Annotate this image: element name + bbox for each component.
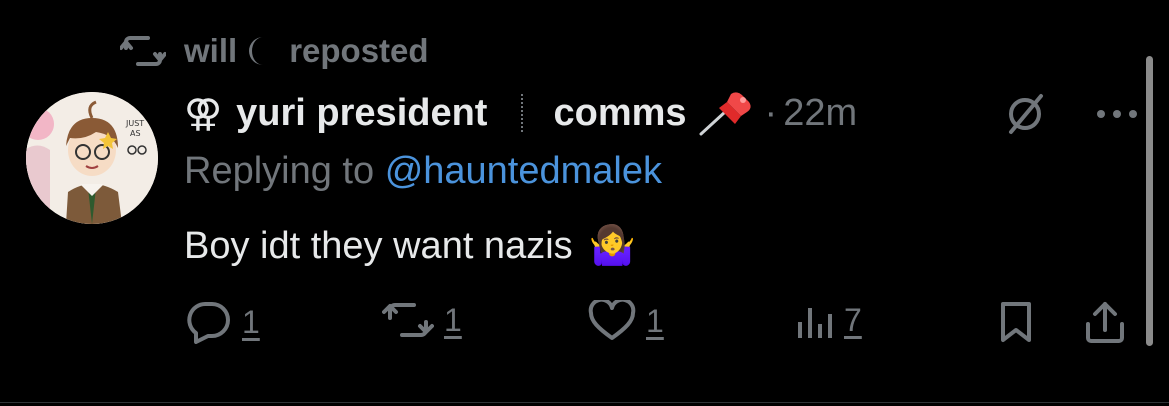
pushpin-icon bbox=[699, 92, 751, 136]
shrug-emoji: 🤷‍♀️ bbox=[588, 225, 636, 267]
tweet-header: ⚢ yuri president comms · 22m bbox=[184, 88, 857, 138]
scrollbar[interactable] bbox=[1146, 56, 1153, 346]
grok-slash-icon[interactable] bbox=[1003, 92, 1047, 136]
svg-text:JUST: JUST bbox=[125, 119, 144, 128]
repost-user[interactable]: will bbox=[184, 32, 237, 70]
avatar-illustration: JUST AS bbox=[26, 92, 158, 224]
replying-to-prefix: Replying to bbox=[184, 150, 375, 192]
crescent-moon-icon bbox=[249, 37, 264, 65]
repost-action: reposted bbox=[289, 32, 429, 69]
share-button[interactable] bbox=[1084, 300, 1126, 344]
reply-button[interactable]: 1 bbox=[186, 300, 260, 344]
like-count: 1 bbox=[646, 302, 664, 339]
repost-count: 1 bbox=[444, 301, 462, 338]
analytics-icon bbox=[798, 308, 832, 338]
more-options-icon[interactable] bbox=[1095, 108, 1139, 120]
reply-handle-link[interactable]: @hauntedmalek bbox=[385, 150, 662, 192]
bookmark-icon bbox=[1001, 302, 1031, 342]
heart-icon bbox=[588, 300, 636, 340]
svg-text:AS: AS bbox=[130, 129, 141, 138]
bookmark-button[interactable] bbox=[998, 300, 1034, 344]
separator-dot: · bbox=[764, 91, 778, 134]
reply-count: 1 bbox=[242, 303, 260, 340]
reply-icon bbox=[187, 302, 230, 344]
tweet-body: Boy idt they want nazis 🤷‍♀️ bbox=[184, 224, 636, 268]
avatar[interactable]: JUST AS bbox=[26, 92, 158, 224]
like-button[interactable]: 1 bbox=[588, 300, 664, 342]
display-name[interactable]: yuri president bbox=[236, 92, 487, 135]
views-button[interactable]: 7 bbox=[794, 300, 862, 340]
repost-header: will reposted bbox=[120, 30, 429, 72]
repost-icon bbox=[382, 303, 434, 337]
repost-button[interactable]: 1 bbox=[382, 300, 462, 340]
replying-to: Replying to @hauntedmalek bbox=[184, 150, 662, 193]
comms-badge[interactable]: comms bbox=[553, 92, 686, 135]
timestamp[interactable]: 22m bbox=[783, 92, 857, 135]
action-bar: 1 1 1 7 bbox=[186, 300, 1136, 360]
venus-symbol-icon: ⚢ bbox=[184, 92, 223, 135]
bottom-divider bbox=[0, 402, 1169, 403]
header-divider bbox=[521, 94, 524, 132]
tweet-text: Boy idt they want nazis bbox=[184, 224, 573, 267]
repost-icon bbox=[120, 36, 166, 66]
share-icon bbox=[1086, 302, 1124, 343]
views-count: 7 bbox=[844, 301, 862, 338]
tweet-top-actions bbox=[1003, 92, 1139, 136]
